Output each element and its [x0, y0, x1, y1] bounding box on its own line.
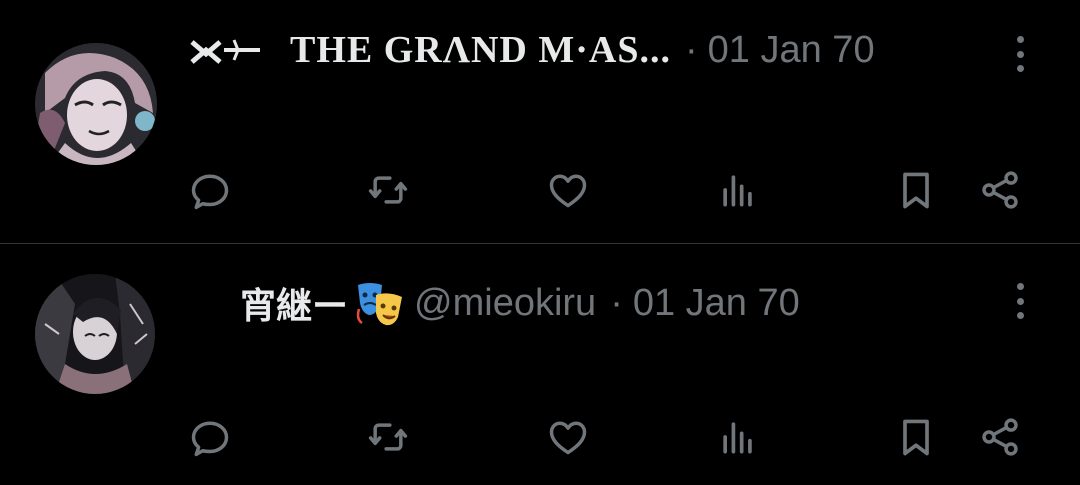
separator: ·: [610, 281, 623, 324]
tweet[interactable]: 宵継ー @mieokiru · 01 Jan 70: [0, 243, 1080, 485]
display-name-text: THE GRΛND M·AS...: [290, 29, 671, 71]
avatar[interactable]: [35, 274, 155, 394]
timestamp[interactable]: 01 Jan 70: [708, 29, 875, 72]
reply-icon[interactable]: [180, 160, 240, 220]
like-icon[interactable]: [538, 407, 598, 467]
separator: ·: [685, 28, 698, 71]
timestamp[interactable]: 01 Jan 70: [633, 282, 800, 325]
views-icon[interactable]: [708, 160, 768, 220]
decorative-glyph-icon: [188, 32, 260, 68]
avatar[interactable]: [35, 43, 157, 165]
more-options-icon[interactable]: [1008, 279, 1032, 323]
share-icon[interactable]: [970, 160, 1030, 220]
action-bar: [0, 407, 1080, 467]
performing-arts-emoji-icon: [356, 279, 404, 327]
share-icon[interactable]: [970, 407, 1030, 467]
retweet-icon[interactable]: [358, 407, 418, 467]
more-options-icon[interactable]: [1008, 32, 1032, 76]
tweet-header: 宵継ー @mieokiru · 01 Jan 70: [240, 277, 800, 329]
handle[interactable]: @mieokiru: [414, 282, 596, 325]
action-bar: [0, 160, 1080, 220]
retweet-icon[interactable]: [358, 160, 418, 220]
bookmark-icon[interactable]: [886, 160, 946, 220]
tweet-header: THE GRΛND M·AS... · 01 Jan 70: [188, 28, 875, 72]
like-icon[interactable]: [538, 160, 598, 220]
display-name[interactable]: 宵継ー: [240, 277, 348, 329]
views-icon[interactable]: [708, 407, 768, 467]
display-name[interactable]: THE GRΛND M·AS...: [188, 28, 671, 72]
reply-icon[interactable]: [180, 407, 240, 467]
bookmark-icon[interactable]: [886, 407, 946, 467]
tweet[interactable]: THE GRΛND M·AS... · 01 Jan 70: [0, 0, 1080, 244]
